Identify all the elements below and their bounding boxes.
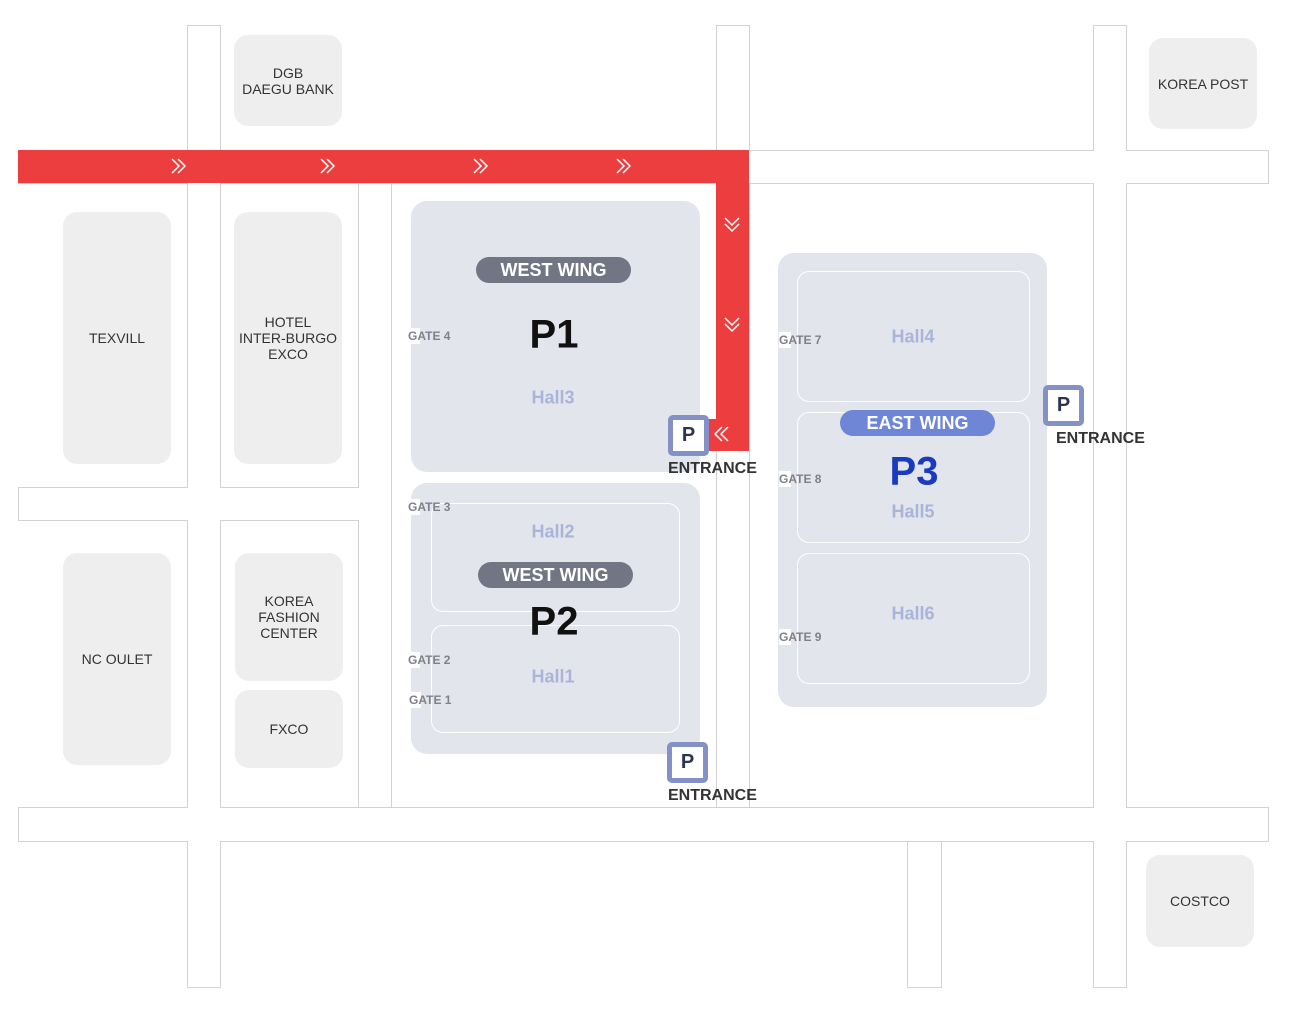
parking-icon[interactable]: P [667,742,708,783]
entrance-label: ENTRANCE [668,787,757,804]
parking-icon[interactable]: P [668,415,709,456]
parking-icon[interactable]: P [1043,385,1084,426]
route-chevrons [171,158,740,442]
entrance-label: ENTRANCE [668,460,757,477]
double-chevron-icon [171,158,740,442]
entrance-label: ENTRANCE [1056,430,1145,447]
